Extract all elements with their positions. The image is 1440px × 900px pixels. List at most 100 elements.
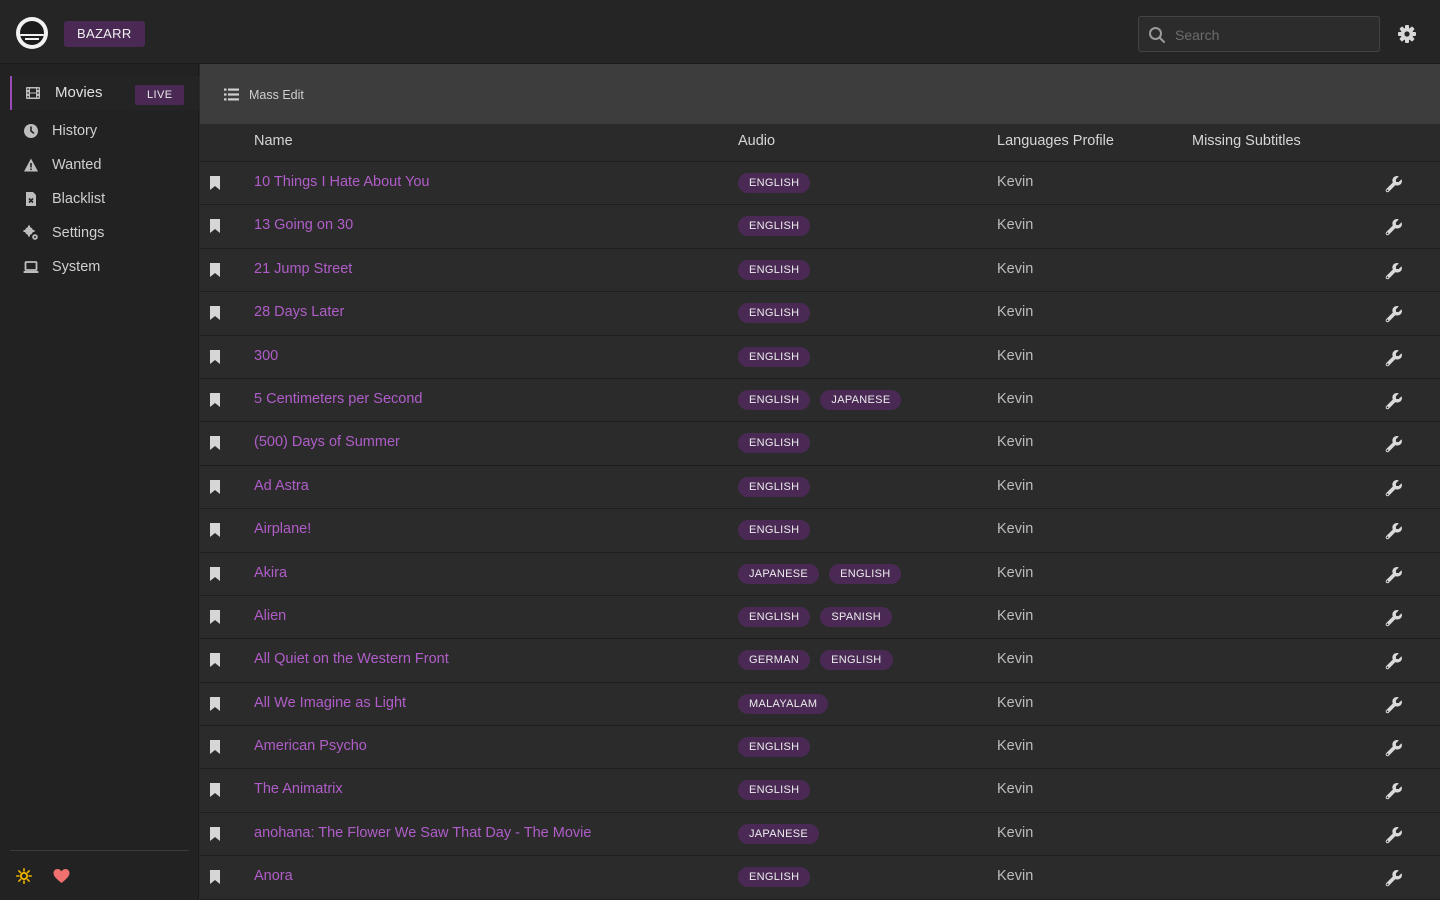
live-badge: LIVE (135, 85, 185, 105)
wrench-icon (1385, 870, 1402, 887)
bookmark-toggle[interactable] (210, 349, 220, 369)
bookmark-toggle[interactable] (210, 479, 220, 499)
warning-icon (24, 158, 38, 172)
table-row: 13 Going on 30 ENGLISH Kevin (200, 205, 1440, 249)
search-box[interactable] (1138, 16, 1380, 53)
table-row: 28 Days Later ENGLISH Kevin (200, 292, 1440, 336)
table-row: 5 Centimeters per Second ENGLISH JAPANESE K… (200, 378, 1440, 423)
edit-movie-button[interactable] (1385, 305, 1403, 328)
edit-movie-button[interactable] (1385, 782, 1403, 805)
wrench-icon (1385, 219, 1402, 236)
bookmark-toggle[interactable] (210, 653, 220, 672)
bookmark-toggle[interactable] (210, 436, 220, 455)
edit-movie-button[interactable] (1385, 262, 1403, 285)
movie-title-link[interactable]: The Animatrix (254, 781, 343, 797)
bookmark-toggle[interactable] (210, 826, 220, 846)
bookmark-icon (210, 523, 220, 538)
audio-languages: ENGLISH (738, 216, 820, 237)
bookmark-toggle[interactable] (210, 870, 220, 889)
audio-language-badge: ENGLISH (738, 737, 811, 758)
bookmark-toggle[interactable] (210, 523, 220, 542)
column-header-audio[interactable]: Audio (738, 124, 775, 159)
audio-language-badge: ENGLISH (738, 476, 811, 497)
movie-title-link[interactable]: Anora (254, 868, 293, 884)
movie-title-link[interactable]: Ad Astra (254, 478, 309, 494)
movie-title-link[interactable]: 300 (254, 348, 278, 364)
bookmark-toggle[interactable] (210, 696, 220, 716)
edit-movie-button[interactable] (1385, 349, 1403, 372)
donate-button[interactable] (53, 868, 70, 889)
movie-title-link[interactable]: 21 Jump Street (254, 261, 352, 277)
table-row: Anora ENGLISH Kevin (200, 856, 1440, 900)
bookmark-toggle[interactable] (210, 783, 220, 802)
audio-languages: ENGLISH (738, 346, 820, 367)
edit-movie-button[interactable] (1385, 479, 1403, 502)
edit-movie-button[interactable] (1385, 392, 1403, 415)
sidebar-item-blacklist[interactable]: Blacklist (10, 182, 199, 216)
gear-icon (1398, 25, 1416, 43)
movie-title-link[interactable]: 5 Centimeters per Second (254, 391, 422, 407)
edit-movie-button[interactable] (1385, 435, 1403, 458)
sidebar-item-history[interactable]: History (10, 114, 199, 148)
movie-title-link[interactable]: Akira (254, 565, 287, 581)
sidebar-item-system[interactable]: System (10, 250, 199, 284)
bookmark-toggle[interactable] (210, 262, 220, 282)
sidebar-item-settings[interactable]: Settings (10, 216, 199, 250)
bookmark-toggle[interactable] (210, 740, 220, 759)
edit-movie-button[interactable] (1385, 652, 1403, 675)
settings-button[interactable] (1397, 24, 1417, 44)
movie-title-link[interactable]: All Quiet on the Western Front (254, 651, 449, 667)
search-input[interactable] (1173, 17, 1377, 53)
theme-toggle-button[interactable] (16, 868, 32, 889)
audio-languages: GERMAN ENGLISH (738, 650, 903, 671)
movie-title-link[interactable]: Airplane! (254, 521, 311, 537)
movie-title-link[interactable]: 28 Days Later (254, 304, 344, 320)
audio-languages: ENGLISH (738, 173, 820, 193)
edit-movie-button[interactable] (1385, 826, 1403, 849)
languages-profile: Kevin (997, 521, 1034, 538)
table-row: Airplane! ENGLISH Kevin (200, 509, 1440, 553)
movie-title-link[interactable]: Alien (254, 608, 286, 624)
audio-language-badge: ENGLISH (829, 563, 902, 584)
audio-language-badge: GERMAN (738, 650, 811, 671)
bookmark-icon (210, 262, 220, 277)
edit-movie-button[interactable] (1385, 175, 1403, 198)
column-header-name[interactable]: Name (254, 124, 293, 159)
languages-profile: Kevin (997, 738, 1034, 755)
cogs-icon (23, 225, 38, 240)
audio-language-badge: ENGLISH (820, 650, 893, 671)
edit-movie-button[interactable] (1385, 869, 1403, 892)
edit-movie-button[interactable] (1385, 696, 1403, 719)
movie-title-link[interactable]: anohana: The Flower We Saw That Day - Th… (254, 825, 591, 841)
languages-profile: Kevin (997, 824, 1034, 841)
table-header: Name Audio Languages Profile Missing Sub… (200, 124, 1440, 162)
movie-title-link[interactable]: All We Imagine as Light (254, 695, 406, 711)
table-row: All We Imagine as Light MALAYALAM Kevin (200, 682, 1440, 727)
bookmark-toggle[interactable] (210, 176, 220, 195)
bookmark-toggle[interactable] (210, 306, 220, 325)
bookmark-icon (210, 436, 220, 451)
languages-profile: Kevin (997, 174, 1034, 190)
bookmark-toggle[interactable] (210, 566, 220, 586)
wrench-icon (1385, 653, 1402, 670)
movie-title-link[interactable]: 10 Things I Hate About You (254, 174, 430, 190)
bookmark-toggle[interactable] (210, 219, 220, 238)
edit-movie-button[interactable] (1385, 566, 1403, 589)
edit-movie-button[interactable] (1385, 218, 1403, 241)
heart-icon (53, 869, 70, 883)
languages-profile: Kevin (997, 304, 1034, 321)
sidebar-item-movies[interactable]: Movies LIVE (10, 76, 199, 110)
edit-movie-button[interactable] (1385, 522, 1403, 545)
movie-title-link[interactable]: 13 Going on 30 (254, 217, 353, 233)
movie-title-link[interactable]: American Psycho (254, 738, 367, 754)
bookmark-toggle[interactable] (210, 392, 220, 412)
bookmark-toggle[interactable] (210, 609, 220, 629)
edit-movie-button[interactable] (1385, 739, 1403, 762)
sidebar-item-wanted[interactable]: Wanted (10, 148, 199, 182)
movie-title-link[interactable]: (500) Days of Summer (254, 434, 400, 450)
column-header-missing-subtitles[interactable]: Missing Subtitles (1192, 124, 1301, 159)
column-header-languages-profile[interactable]: Languages Profile (997, 124, 1114, 159)
bazarr-logo-icon[interactable] (16, 17, 48, 49)
edit-movie-button[interactable] (1385, 609, 1403, 632)
wrench-icon (1385, 826, 1402, 844)
